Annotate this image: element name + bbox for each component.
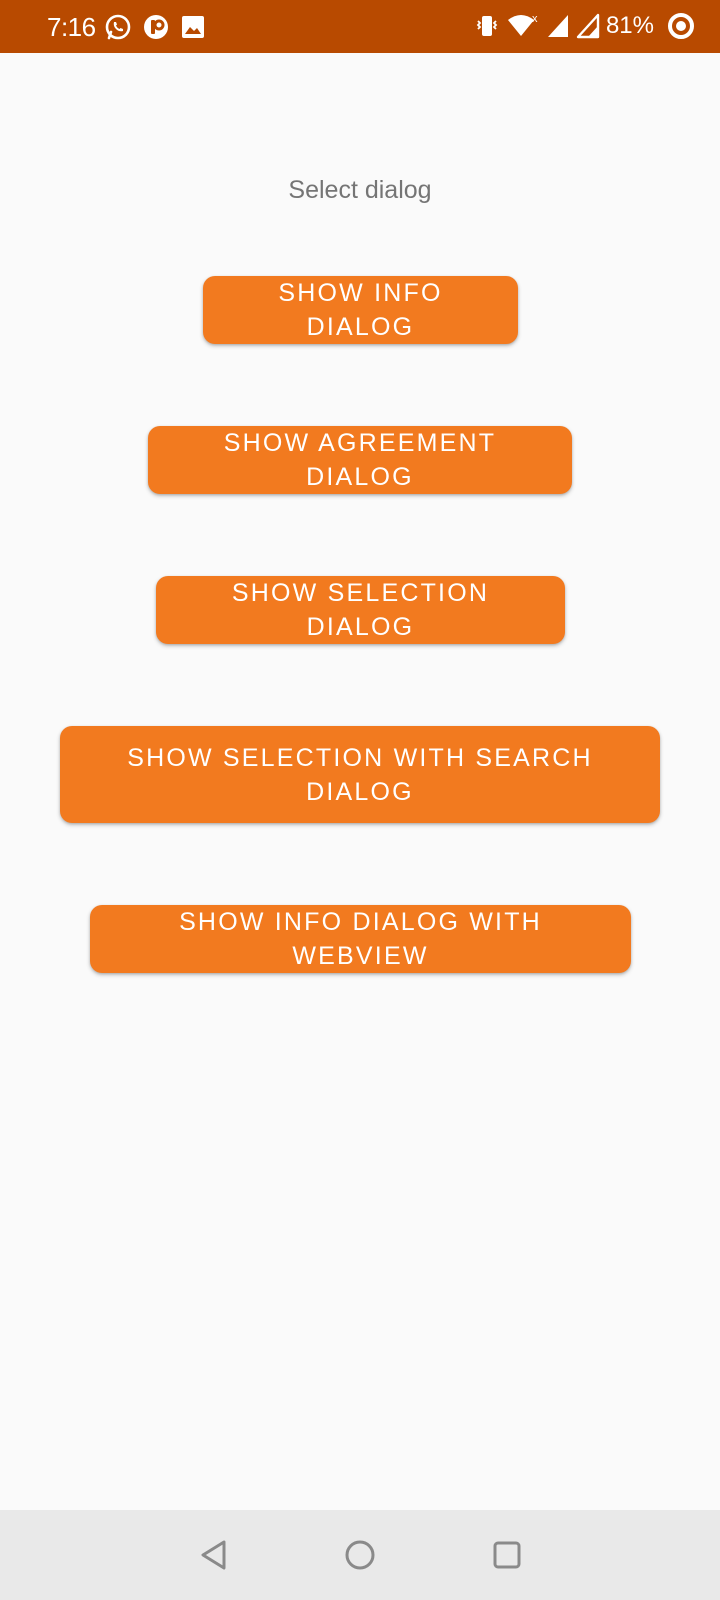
home-icon[interactable] xyxy=(337,1532,383,1578)
signal-icon xyxy=(546,13,570,39)
show-agreement-dialog-button[interactable]: SHOW AGREEMENT DIALOG xyxy=(148,426,572,494)
vibrate-icon xyxy=(474,13,500,39)
battery-percentage: 81% xyxy=(605,12,654,39)
page-title: Select dialog xyxy=(288,176,432,204)
show-info-dialog-with-webview-button[interactable]: SHOW INFO DIALOG WITH WEBVIEW xyxy=(90,905,631,973)
navigation-bar xyxy=(0,1510,720,1600)
recents-icon[interactable] xyxy=(484,1532,530,1578)
wifi-icon: x xyxy=(506,12,540,40)
status-bar: 7:16 x 81% xyxy=(0,0,720,53)
app-notification-icon xyxy=(142,13,170,41)
show-selection-with-search-dialog-button[interactable]: SHOW SELECTION WITH SEARCH DIALOG xyxy=(60,726,660,823)
back-icon[interactable] xyxy=(191,1532,237,1578)
show-selection-dialog-button[interactable]: SHOW SELECTION DIALOG xyxy=(156,576,565,644)
battery-ring-icon xyxy=(666,11,696,41)
status-system-icons: x 81% xyxy=(474,11,696,41)
show-info-dialog-button[interactable]: SHOW INFO DIALOG xyxy=(203,276,518,344)
status-notification-icons xyxy=(104,13,206,41)
whatsapp-icon xyxy=(104,13,132,41)
signal-icon xyxy=(576,13,600,39)
image-icon xyxy=(180,14,206,40)
svg-text:x: x xyxy=(532,13,538,25)
status-time: 7:16 xyxy=(47,12,96,42)
